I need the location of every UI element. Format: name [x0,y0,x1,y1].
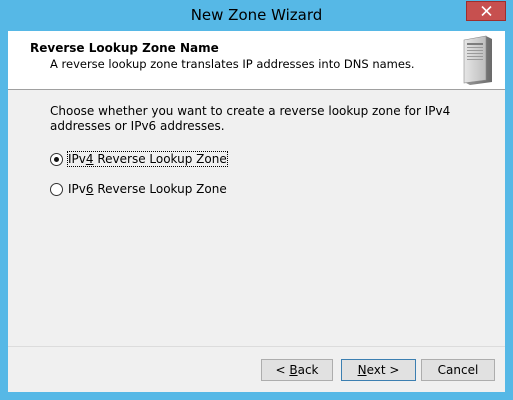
page-description: A reverse lookup zone translates IP addr… [50,57,415,71]
wizard-header: Reverse Lookup Zone Name A reverse looku… [8,31,505,90]
ipv6-label[interactable]: IPv6 Reverse Lookup Zone [68,182,227,196]
ipv4-label[interactable]: IPv4 Reverse Lookup Zone [67,151,228,167]
window-title: New Zone Wizard [190,6,323,24]
ipv6-option[interactable]: IPv6 Reverse Lookup Zone [50,180,227,198]
wizard-window: New Zone Wizard Reverse Lookup Zone Name… [0,0,513,400]
ipv4-radio[interactable] [50,152,63,166]
page-title: Reverse Lookup Zone Name [30,41,219,55]
close-button[interactable] [466,1,506,21]
close-icon [481,6,492,16]
title-bar[interactable]: New Zone Wizard [0,0,513,31]
server-icon [463,35,492,85]
ipv6-radio[interactable] [50,182,63,196]
next-button[interactable]: Next > [341,359,416,381]
zone-type-prompt: Choose whether you want to create a reve… [50,104,451,133]
cancel-button[interactable]: Cancel [421,359,495,381]
wizard-content: Reverse Lookup Zone Name A reverse looku… [8,31,505,392]
back-button[interactable]: < Back [261,359,333,381]
footer-separator [8,346,505,347]
ipv4-option[interactable]: IPv4 Reverse Lookup Zone [50,150,228,168]
